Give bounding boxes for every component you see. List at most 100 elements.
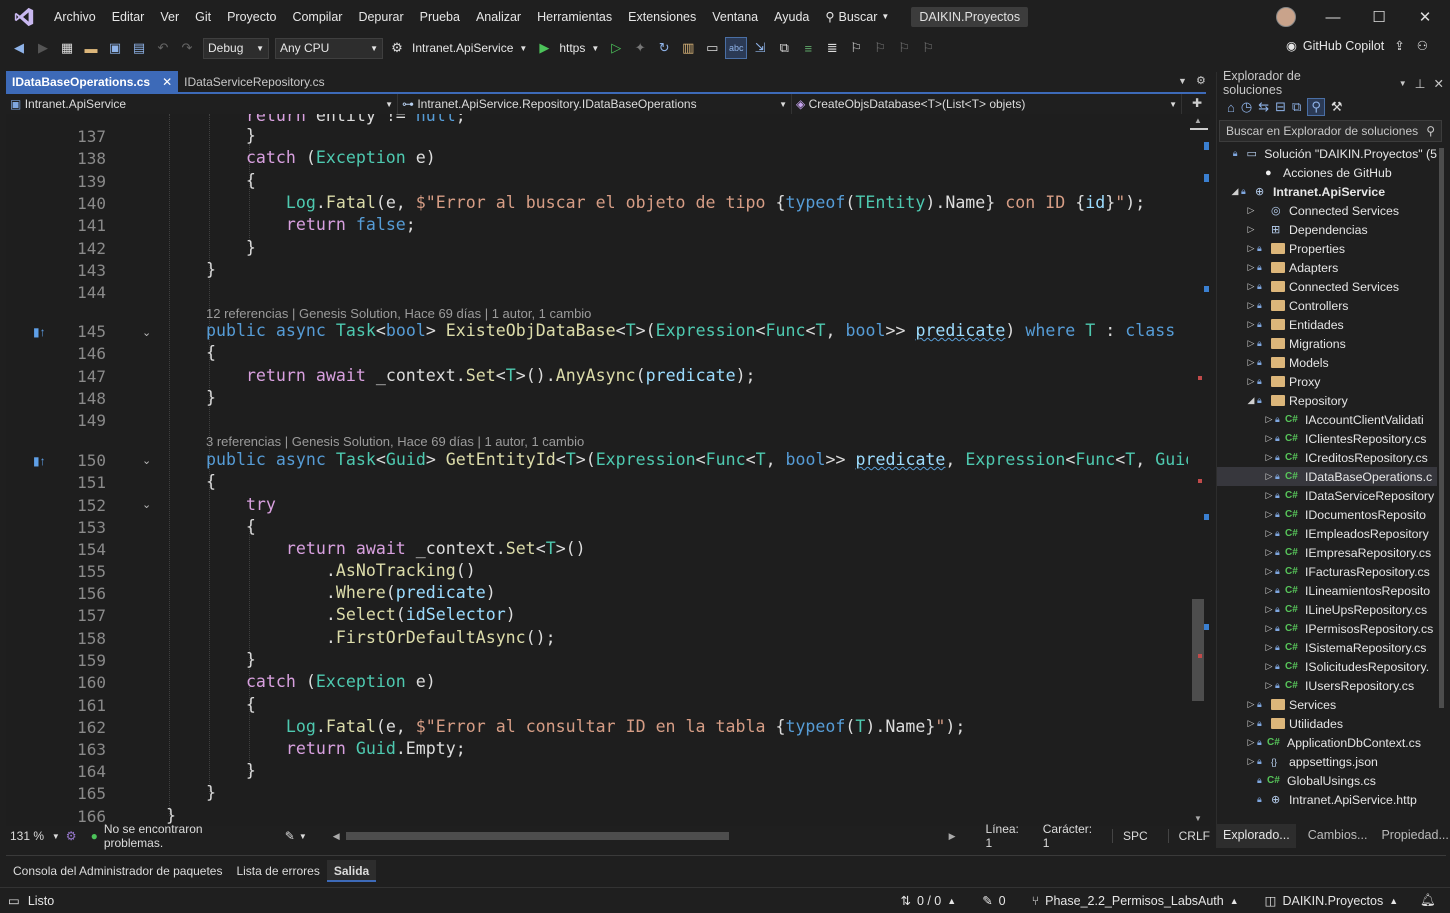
outdent-icon[interactable]: ≡ xyxy=(797,37,819,59)
expand-caret-icon[interactable]: ▷ xyxy=(1245,376,1257,387)
expand-caret-icon[interactable]: ▷ xyxy=(1245,300,1257,311)
menu-herramientas[interactable]: Herramientas xyxy=(529,0,620,34)
tree-solution[interactable]: 🔒︎ ▭ Solución "DAIKIN.Proyectos" (5 xyxy=(1217,144,1437,163)
open-folder-icon[interactable]: ▬ xyxy=(80,37,102,59)
tree-scroll-thumb[interactable] xyxy=(1439,148,1444,708)
line-indicator[interactable]: Línea: 1 xyxy=(986,822,1029,850)
chevron-down-icon[interactable]: ▼ xyxy=(52,832,60,841)
branch-icon[interactable]: ⑂ xyxy=(1032,894,1040,908)
tree-node[interactable]: ▷ 🔒︎ C# ApplicationDbContext.cs xyxy=(1217,733,1437,752)
tree-node[interactable]: ▷ 🔒︎ {} appsettings.json xyxy=(1217,752,1437,771)
expand-caret-icon[interactable]: ◢ xyxy=(1229,186,1241,197)
close-icon[interactable]: ✕ xyxy=(162,75,172,89)
expand-caret-icon[interactable]: ▷ xyxy=(1263,452,1275,463)
bookmark-prev-icon[interactable]: ⚐ xyxy=(869,37,891,59)
chevron-down-icon[interactable]: ▼ xyxy=(519,44,527,53)
tab-idataservicerepository[interactable]: IDataServiceRepository.cs xyxy=(178,71,331,92)
collapse-all-icon[interactable]: ⊟ xyxy=(1275,99,1286,115)
edits-count[interactable]: 0 xyxy=(999,894,1006,908)
implementation-marker-icon[interactable]: ▮↑ xyxy=(33,325,46,339)
line-ending-indicator[interactable]: CRLF xyxy=(1167,829,1210,843)
menu-ventana[interactable]: Ventana xyxy=(704,0,766,34)
tree-file[interactable]: ▷ 🔒︎ C# ILineamientosReposito xyxy=(1217,581,1437,600)
collapse-icon[interactable]: ⌄ xyxy=(142,326,151,339)
expand-caret-icon[interactable]: ▷ xyxy=(1245,205,1257,216)
tree-node[interactable]: ▷ 🔒︎ Proxy xyxy=(1217,372,1437,391)
save-all-icon[interactable]: ▤ xyxy=(128,37,150,59)
expand-caret-icon[interactable]: ▷ xyxy=(1245,737,1257,748)
expand-caret-icon[interactable]: ▷ xyxy=(1245,357,1257,368)
wrench-icon[interactable]: ⚒ xyxy=(1331,99,1343,115)
settings-icon[interactable]: ⚙ xyxy=(1196,74,1206,87)
tree-node[interactable]: ▷ 🔒︎ Services xyxy=(1217,695,1437,714)
sync-icon[interactable]: ⇆ xyxy=(1258,99,1269,115)
redo-icon[interactable]: ↷ xyxy=(176,37,198,59)
tree-github-actions[interactable]: ● Acciones de GitHub xyxy=(1217,163,1437,182)
home-icon[interactable]: ⌂ xyxy=(1227,100,1235,115)
save-icon[interactable]: ▣ xyxy=(104,37,126,59)
char-indicator[interactable]: Carácter: 1 xyxy=(1043,822,1102,850)
startup-project[interactable]: Intranet.ApiService xyxy=(412,41,513,55)
platform-select[interactable]: Any CPU ▼ xyxy=(275,37,383,59)
tree-node[interactable]: ▷ 🔒︎ Connected Services xyxy=(1217,277,1437,296)
tree-node[interactable]: ▷ 🔒︎ Utilidades xyxy=(1217,714,1437,733)
menu-analizar[interactable]: Analizar xyxy=(468,0,529,34)
solution-title[interactable]: DAIKIN.Proyectos xyxy=(911,7,1029,27)
expand-caret-icon[interactable]: ▷ xyxy=(1245,243,1257,254)
tree-node[interactable]: ◢ 🔒︎ Repository xyxy=(1217,391,1437,410)
minimize-button[interactable]: — xyxy=(1310,0,1356,34)
tree-file[interactable]: ▷ 🔒︎ C# ISolicitudesRepository. xyxy=(1217,657,1437,676)
tab-package-manager-console[interactable]: Consola del Administrador de paquetes xyxy=(6,860,229,882)
tree-node[interactable]: ▷ 🔒︎ Entidades xyxy=(1217,315,1437,334)
close-icon[interactable]: ✕ xyxy=(1434,76,1444,91)
tree-file[interactable]: ▷ 🔒︎ C# IDocumentosReposito xyxy=(1217,505,1437,524)
undo-icon[interactable]: ↶ xyxy=(152,37,174,59)
tree-node[interactable]: ▷ 🔒︎ Controllers xyxy=(1217,296,1437,315)
tree-node[interactable]: ▷ 🔒︎ Models xyxy=(1217,353,1437,372)
expand-caret-icon[interactable]: ▷ xyxy=(1263,680,1275,691)
bookmark-next-icon[interactable]: ⚐ xyxy=(893,37,915,59)
compare-icon[interactable]: ⧉ xyxy=(773,37,795,59)
github-copilot-button[interactable]: ◉ GitHub Copilot ⇪ ⚇ xyxy=(1286,38,1428,54)
menu-editar[interactable]: Editar xyxy=(104,0,153,34)
intellicode-icon[interactable]: ⚙ xyxy=(66,829,77,843)
project-dropdown[interactable]: ▣ Intranet.ApiService ▼ xyxy=(6,94,398,114)
expand-caret-icon[interactable]: ▷ xyxy=(1245,319,1257,330)
menu-git[interactable]: Git xyxy=(187,0,219,34)
tab-overflow-icon[interactable]: ▼ xyxy=(1178,76,1187,86)
tab-cambios[interactable]: Cambios... xyxy=(1296,824,1380,848)
hot-reload-icon[interactable]: ✦ xyxy=(629,37,651,59)
tree-node[interactable]: 🔒︎ C# GlobalUsings.cs xyxy=(1217,771,1437,790)
sync-icon[interactable]: ⇅ xyxy=(900,893,910,908)
tree-node[interactable]: ▷ ◎ Connected Services xyxy=(1217,201,1437,220)
expand-caret-icon[interactable]: ▷ xyxy=(1245,338,1257,349)
tab-explorador[interactable]: Explorado... xyxy=(1217,824,1296,848)
repo-icon[interactable]: ◫ xyxy=(1265,893,1277,908)
expand-caret-icon[interactable]: ◢ xyxy=(1245,395,1257,406)
tree-node[interactable]: ▷ 🔒︎ Properties xyxy=(1217,239,1437,258)
expand-caret-icon[interactable]: ▷ xyxy=(1263,642,1275,653)
bookmark-clear-icon[interactable]: ⚐ xyxy=(917,37,939,59)
close-window-button[interactable]: ✕ xyxy=(1402,0,1448,34)
split-icon[interactable]: ✚ xyxy=(1192,96,1202,110)
new-project-icon[interactable]: ▦ xyxy=(56,37,78,59)
expand-caret-icon[interactable]: ▷ xyxy=(1263,528,1275,539)
tab-error-list[interactable]: Lista de errores xyxy=(229,860,326,882)
problems-status[interactable]: No se encontraron problemas. xyxy=(104,822,265,850)
tree-file[interactable]: ▷ 🔒︎ C# IDataBaseOperations.c xyxy=(1217,467,1437,486)
expand-caret-icon[interactable]: ▷ xyxy=(1245,262,1257,273)
tree-file[interactable]: ▷ 🔒︎ C# IAccountClientValidati xyxy=(1217,410,1437,429)
visual-studio-logo-icon[interactable] xyxy=(10,3,38,31)
expand-caret-icon[interactable]: ▷ xyxy=(1245,718,1257,729)
branch-name[interactable]: Phase_2.2_Permisos_LabsAuth xyxy=(1045,894,1224,908)
member-dropdown[interactable]: ◈ CreateObjsDatabase<T>(List<T> objets) … xyxy=(792,94,1182,114)
menu-compilar[interactable]: Compilar xyxy=(284,0,350,34)
scroll-down-icon[interactable]: ▼ xyxy=(1194,814,1202,823)
tree-node[interactable]: ▷ 🔒︎ Adapters xyxy=(1217,258,1437,277)
collapse-icon[interactable]: ⌄ xyxy=(142,454,151,467)
tree-node[interactable]: 🔒︎ ⊕ Intranet.ApiService.http xyxy=(1217,790,1437,809)
forward-icon[interactable]: ▶ xyxy=(32,37,54,59)
tree-file[interactable]: ▷ 🔒︎ C# IEmpresaRepository.cs xyxy=(1217,543,1437,562)
scroll-left-icon[interactable]: ◀ xyxy=(333,831,340,842)
tree-file[interactable]: ▷ 🔒︎ C# ILineUpsRepository.cs xyxy=(1217,600,1437,619)
